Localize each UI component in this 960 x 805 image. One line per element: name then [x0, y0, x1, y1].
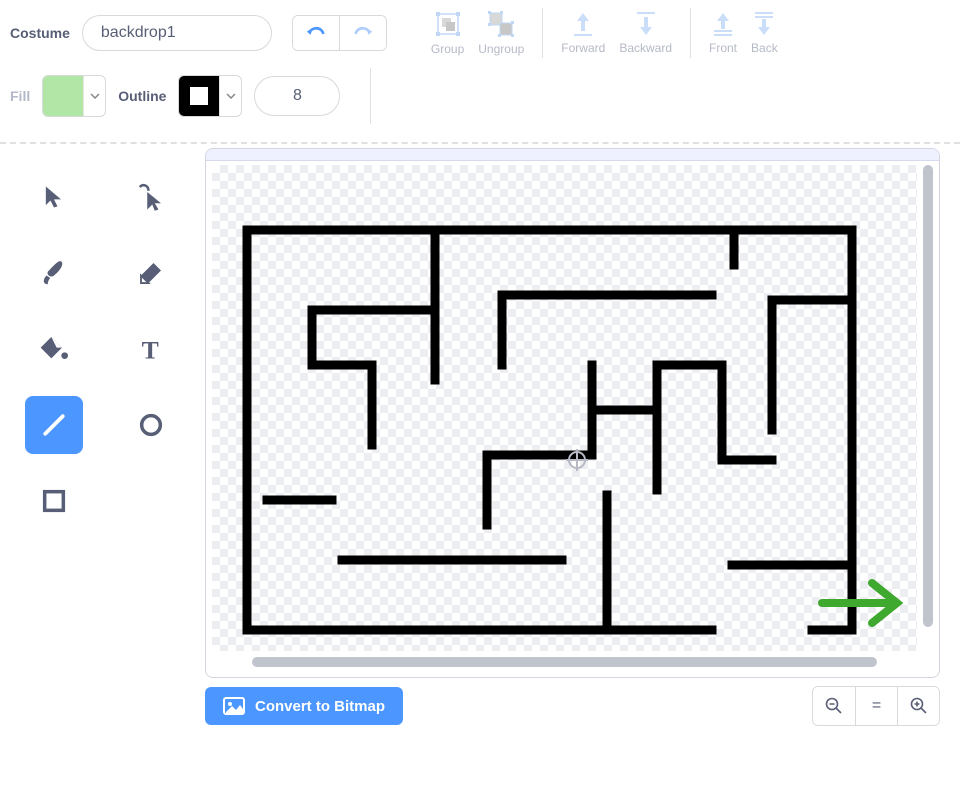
undo-button[interactable]: [293, 16, 339, 50]
bottom-bar: Convert to Bitmap =: [205, 678, 940, 726]
back-button[interactable]: Back: [751, 11, 778, 55]
svg-text:T: T: [141, 335, 158, 363]
zoom-controls: =: [812, 686, 940, 726]
backward-icon: [634, 11, 658, 37]
fill-tool[interactable]: [25, 320, 83, 378]
rectangle-icon: [40, 487, 68, 515]
outline-swatch-picker[interactable]: [178, 75, 242, 117]
front-button[interactable]: Front: [709, 11, 737, 55]
line-tool[interactable]: [25, 396, 83, 454]
top-toolbar: Costume Group: [0, 0, 960, 62]
group-tools: Group Ungroup: [431, 10, 524, 56]
brush-tool[interactable]: [25, 244, 83, 302]
separator: [370, 68, 371, 124]
fill-swatch-picker[interactable]: [42, 75, 106, 117]
fill-swatch: [43, 76, 83, 116]
layer-tools: Forward Backward: [561, 11, 672, 55]
select-tool[interactable]: [25, 168, 83, 226]
style-toolbar: Fill Outline: [0, 62, 960, 138]
select-icon: [40, 183, 68, 211]
undo-icon: [305, 24, 327, 42]
fill-icon: [38, 333, 70, 365]
costume-name-input[interactable]: [82, 15, 272, 51]
redo-button[interactable]: [339, 16, 386, 50]
horizontal-scrollbar[interactable]: [252, 657, 877, 667]
reshape-icon: [136, 182, 166, 212]
forward-label: Forward: [561, 41, 605, 55]
circle-icon: [137, 411, 165, 439]
group-label: Group: [431, 42, 464, 56]
eraser-icon: [136, 258, 166, 288]
ungroup-button[interactable]: Ungroup: [478, 10, 524, 56]
stroke-width-input[interactable]: [254, 76, 340, 116]
reshape-tool[interactable]: [122, 168, 180, 226]
forward-button[interactable]: Forward: [561, 11, 605, 55]
forward-icon: [571, 11, 595, 37]
backward-label: Backward: [619, 41, 672, 55]
backward-button[interactable]: Backward: [619, 11, 672, 55]
zoom-reset-button[interactable]: =: [855, 687, 897, 725]
vertical-scrollbar[interactable]: [923, 165, 933, 627]
maze-drawing: [212, 165, 919, 653]
group-icon: [434, 10, 462, 38]
ungroup-label: Ungroup: [478, 42, 524, 56]
image-icon: [223, 697, 245, 715]
front-back-tools: Front Back: [709, 11, 778, 55]
group-button[interactable]: Group: [431, 10, 464, 56]
text-tool[interactable]: T: [122, 320, 180, 378]
canvas[interactable]: [205, 148, 940, 678]
costume-label: Costume: [10, 25, 70, 41]
chevron-down-icon: [219, 76, 241, 116]
zoom-out-icon: [825, 697, 843, 715]
back-label: Back: [751, 41, 778, 55]
circle-tool[interactable]: [122, 396, 180, 454]
separator: [690, 8, 691, 58]
canvas-ruler: [206, 149, 939, 161]
zoom-in-button[interactable]: [897, 687, 939, 725]
convert-to-bitmap-button[interactable]: Convert to Bitmap: [205, 687, 403, 725]
front-icon: [711, 11, 735, 37]
outline-label: Outline: [118, 88, 166, 104]
undo-redo-group: [292, 15, 387, 51]
main-area: T: [0, 144, 960, 764]
eraser-tool[interactable]: [122, 244, 180, 302]
outline-swatch: [179, 76, 219, 116]
canvas-area: Convert to Bitmap =: [205, 144, 960, 764]
convert-label: Convert to Bitmap: [255, 698, 385, 715]
zoom-out-button[interactable]: [813, 687, 855, 725]
zoom-in-icon: [910, 697, 928, 715]
front-label: Front: [709, 41, 737, 55]
redo-icon: [352, 24, 374, 42]
ungroup-icon: [487, 10, 515, 38]
horizontal-scrollbar-track: [212, 657, 917, 667]
rectangle-tool[interactable]: [25, 472, 83, 530]
brush-icon: [39, 258, 69, 288]
chevron-down-icon: [83, 76, 105, 116]
line-icon: [39, 410, 69, 440]
fill-label: Fill: [10, 88, 30, 104]
back-icon: [752, 11, 776, 37]
text-icon: T: [137, 335, 165, 363]
separator: [542, 8, 543, 58]
tool-palette: T: [0, 144, 205, 764]
